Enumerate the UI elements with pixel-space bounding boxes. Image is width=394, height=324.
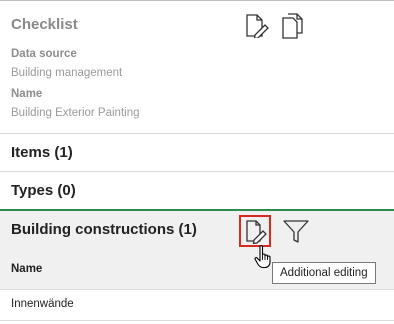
- copy-document-icon[interactable]: [282, 13, 304, 44]
- edit-document-icon[interactable]: [245, 14, 271, 43]
- column-header-name[interactable]: Name: [11, 263, 42, 275]
- edit-document-icon: [246, 220, 267, 244]
- section-building-constructions[interactable]: Building constructions (1): [11, 221, 197, 238]
- filter-icon[interactable]: [283, 220, 309, 249]
- row-name-cell: Innenwände: [11, 298, 74, 310]
- section-types[interactable]: Types (0): [11, 182, 76, 199]
- building-constructions-header: Building constructions (1): [0, 211, 394, 251]
- name-label: Name: [11, 88, 43, 100]
- checklist-title: Checklist: [11, 16, 78, 33]
- tooltip: Additional editing: [272, 262, 376, 284]
- name-value: Building Exterior Painting: [11, 107, 140, 119]
- hand-pointer-icon: [254, 245, 274, 274]
- divider: [0, 171, 394, 172]
- additional-editing-button[interactable]: [239, 215, 271, 247]
- data-source-value: Building management: [11, 67, 123, 79]
- divider: [0, 133, 394, 134]
- top-divider: [0, 0, 394, 1]
- data-source-label: Data source: [11, 48, 77, 60]
- divider: [0, 320, 394, 321]
- table-row[interactable]: Innenwände: [0, 290, 394, 320]
- section-items[interactable]: Items (1): [11, 144, 73, 161]
